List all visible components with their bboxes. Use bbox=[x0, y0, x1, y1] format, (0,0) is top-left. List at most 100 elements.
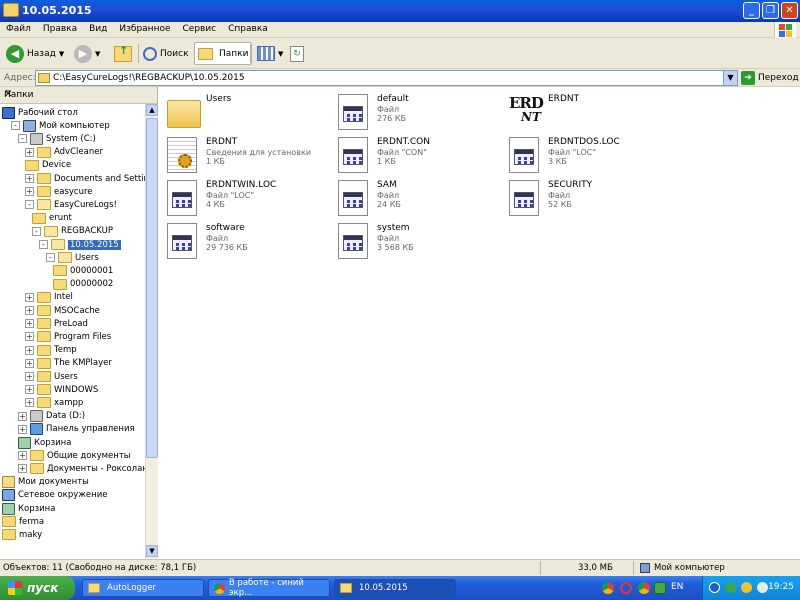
file-item[interactable]: ERDNTWIN.LOC Файл "LOC" 4 КБ bbox=[167, 178, 332, 218]
collapse-icon[interactable]: - bbox=[18, 134, 27, 144]
expand-icon[interactable]: + bbox=[25, 187, 34, 197]
minimize-button[interactable]: _ bbox=[743, 2, 760, 19]
tree-item[interactable]: Мои документы bbox=[2, 476, 89, 489]
forward-button[interactable]: ▶ ▼ bbox=[74, 42, 100, 65]
file-item[interactable]: system Файл 3 568 КБ bbox=[338, 221, 503, 261]
collapse-icon[interactable]: - bbox=[39, 240, 48, 249]
file-item[interactable]: Users bbox=[167, 92, 332, 132]
close-pane-icon[interactable]: ✕ bbox=[4, 89, 151, 100]
file-item[interactable]: software Файл 29 736 КБ bbox=[167, 221, 332, 261]
back-button[interactable]: ◀ Назад ▼ bbox=[6, 42, 64, 65]
menu-view[interactable]: Вид bbox=[83, 22, 113, 36]
collapse-icon[interactable]: - bbox=[32, 226, 41, 236]
opera-icon[interactable] bbox=[620, 582, 632, 594]
expand-icon[interactable]: + bbox=[25, 147, 34, 157]
expand-icon[interactable]: + bbox=[25, 372, 34, 381]
expand-icon[interactable]: + bbox=[25, 306, 34, 315]
tree-scrollbar[interactable]: ▲ ▼ bbox=[145, 104, 158, 559]
tree-item[interactable]: Device bbox=[25, 159, 71, 172]
expand-icon[interactable]: + bbox=[25, 398, 34, 408]
clock[interactable]: 19:25 bbox=[768, 582, 794, 592]
expand-icon[interactable]: + bbox=[25, 174, 34, 183]
folders-button[interactable]: Папки bbox=[194, 42, 253, 65]
tree-item[interactable]: + AdvCleaner bbox=[25, 146, 103, 159]
views-button[interactable]: ▼ bbox=[257, 42, 283, 65]
tree-item[interactable]: 00000002 bbox=[53, 278, 113, 291]
file-item[interactable]: default Файл 276 КБ bbox=[338, 92, 503, 132]
expand-icon[interactable]: + bbox=[18, 411, 27, 421]
language-indicator[interactable]: EN bbox=[671, 582, 683, 592]
sync-button[interactable]: ↻ bbox=[290, 42, 304, 65]
tree-item[interactable]: - System (C:) bbox=[18, 132, 96, 145]
menu-tools[interactable]: Сервис bbox=[177, 22, 223, 36]
tree-item[interactable]: + Program Files bbox=[25, 330, 111, 343]
title-bar[interactable]: 10.05.2015 _ ❐ ✕ bbox=[0, 0, 800, 22]
collapse-icon[interactable]: - bbox=[46, 253, 55, 263]
tree-item[interactable]: maky bbox=[2, 528, 42, 541]
tree-item[interactable]: + The KMPlayer bbox=[25, 357, 112, 370]
tree-item[interactable]: + Documents and Settings bbox=[25, 172, 145, 185]
tree-item[interactable]: + Users bbox=[25, 370, 78, 383]
expand-icon[interactable]: + bbox=[25, 332, 34, 342]
task-autologger[interactable]: AutoLogger bbox=[82, 579, 204, 597]
address-dropdown-button[interactable]: ▼ bbox=[723, 71, 737, 85]
tree-item[interactable]: - 10.05.2015 bbox=[39, 238, 121, 251]
menu-favorites[interactable]: Избранное bbox=[113, 22, 176, 36]
start-button[interactable]: пуск bbox=[0, 576, 75, 600]
tree-item[interactable]: ferma bbox=[2, 515, 44, 528]
file-item[interactable]: ERDNT.CON Файл "CON" 1 КБ bbox=[338, 135, 503, 175]
scroll-down-button[interactable]: ▼ bbox=[146, 545, 158, 557]
tree-item[interactable]: + MSOCache bbox=[25, 304, 100, 317]
scroll-thumb[interactable] bbox=[146, 118, 158, 458]
tree-item[interactable]: erunt bbox=[32, 212, 72, 225]
file-item[interactable]: ERDNTDOS.LOC Файл "LOC" 3 КБ bbox=[509, 135, 674, 175]
tree-item[interactable]: Рабочий стол bbox=[2, 106, 78, 119]
go-button[interactable]: ➔ Переход bbox=[741, 71, 799, 85]
task-browser[interactable]: В работе - синий экр... bbox=[208, 578, 330, 598]
collapse-icon[interactable]: - bbox=[25, 200, 34, 210]
chrome-tray-icon[interactable] bbox=[602, 582, 614, 594]
chrome-tray-icon[interactable] bbox=[638, 582, 650, 594]
tree-item[interactable]: Корзина bbox=[18, 436, 71, 449]
expand-icon[interactable]: + bbox=[18, 464, 27, 474]
tree-item[interactable]: + Temp bbox=[25, 344, 77, 357]
app-tray-icon[interactable] bbox=[654, 582, 666, 594]
tree-item[interactable]: - Users bbox=[46, 251, 99, 264]
tree-item[interactable]: 00000001 bbox=[53, 264, 113, 277]
tree-item[interactable]: + WINDOWS bbox=[25, 383, 98, 396]
file-item[interactable]: SECURITY Файл 52 КБ bbox=[509, 178, 674, 218]
expand-icon[interactable]: + bbox=[18, 451, 27, 461]
file-item[interactable]: ERDNT Сведения для установки 1 КБ bbox=[167, 135, 332, 175]
tree-item[interactable]: + Панель управления bbox=[18, 423, 135, 436]
tree-item[interactable]: + PreLoad bbox=[25, 317, 88, 330]
volume-icon[interactable] bbox=[757, 582, 768, 593]
menu-file[interactable]: Файл bbox=[0, 22, 37, 36]
expand-icon[interactable]: + bbox=[25, 292, 34, 302]
file-item[interactable]: ERD NT ERDNT bbox=[509, 92, 674, 132]
bluetooth-icon[interactable] bbox=[709, 582, 720, 593]
close-button[interactable]: ✕ bbox=[781, 2, 798, 19]
collapse-icon[interactable]: - bbox=[11, 121, 20, 131]
tree-item[interactable]: + Общие документы bbox=[18, 449, 131, 462]
tree-item[interactable]: - REGBACKUP bbox=[32, 225, 113, 238]
tree-item[interactable]: Сетевое окружение bbox=[2, 489, 107, 502]
search-button[interactable]: Поиск bbox=[143, 42, 189, 65]
tree-item[interactable]: + Data (D:) bbox=[18, 410, 85, 423]
maximize-button[interactable]: ❐ bbox=[762, 2, 779, 19]
scroll-up-button[interactable]: ▲ bbox=[146, 104, 158, 116]
tree-item[interactable]: + xampp bbox=[25, 396, 83, 409]
update-icon[interactable] bbox=[741, 582, 752, 593]
up-folder-button[interactable]: ↑ bbox=[114, 42, 132, 65]
shield-icon[interactable] bbox=[725, 582, 736, 593]
tree-item[interactable]: + Документы - Роксолана bbox=[18, 462, 145, 475]
expand-icon[interactable]: + bbox=[25, 358, 34, 368]
file-item[interactable]: SAM Файл 24 КБ bbox=[338, 178, 503, 218]
menu-help[interactable]: Справка bbox=[222, 22, 274, 36]
expand-icon[interactable]: + bbox=[25, 345, 34, 355]
expand-icon[interactable]: + bbox=[25, 385, 34, 395]
tree-item[interactable]: + Intel bbox=[25, 291, 73, 304]
address-input[interactable]: C:\EasyCureLogs!\REGBACKUP\10.05.2015 ▼ bbox=[35, 70, 738, 86]
tree-item[interactable]: - Мой компьютер bbox=[11, 119, 110, 132]
tree-item[interactable]: + easycure bbox=[25, 185, 93, 198]
expand-icon[interactable]: + bbox=[18, 424, 27, 434]
